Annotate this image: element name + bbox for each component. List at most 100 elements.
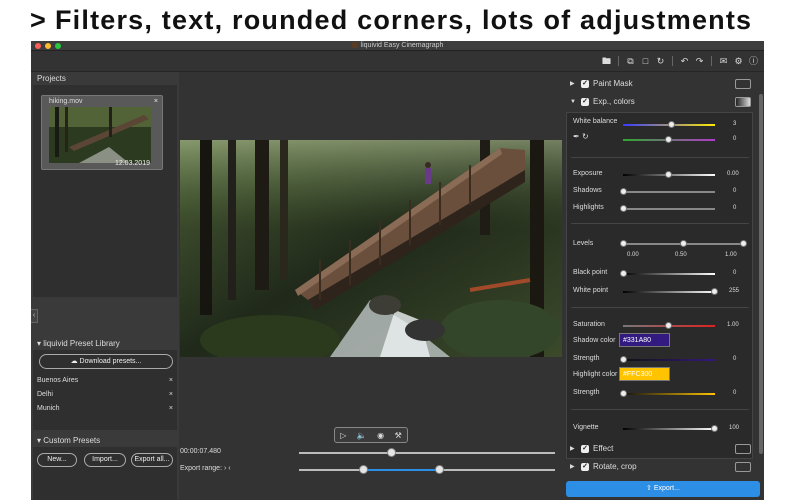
highlight-strength-slider[interactable] — [623, 393, 715, 395]
rotate-crop-checkbox[interactable]: ✓ — [581, 463, 589, 471]
play-icon[interactable]: ▷ — [340, 431, 346, 440]
exp-colors-section[interactable]: ▼ ✓ Exp., colors — [563, 94, 755, 110]
mail-icon[interactable]: ✉ — [719, 56, 728, 66]
export-button[interactable]: ⇧ Export... — [566, 481, 760, 497]
rotate-icon — [735, 462, 751, 472]
white-point-slider[interactable] — [623, 291, 715, 293]
highlights-label: Highlights — [573, 204, 604, 211]
timeline-track[interactable] — [299, 452, 555, 454]
shadow-strength-handle[interactable] — [620, 356, 627, 363]
window-title: liquivid Easy Cinemagraph — [31, 42, 764, 49]
white-balance-value-2: 0 — [733, 136, 737, 142]
levels-value-1: 0.50 — [675, 252, 687, 258]
paint-mask-section[interactable]: ▶ ✓ Paint Mask — [563, 76, 755, 92]
shadows-slider[interactable] — [623, 191, 715, 193]
shadow-color-label: Shadow color — [573, 337, 616, 344]
remove-preset-icon[interactable]: × — [169, 374, 173, 387]
exp-colors-label: Exp., colors — [593, 97, 635, 106]
white-point-value: 255 — [729, 288, 740, 294]
effect-section[interactable]: ▶ ✓ Effect — [563, 441, 755, 457]
highlights-handle[interactable] — [620, 205, 627, 212]
eye-icon[interactable]: ◉ — [377, 431, 384, 440]
shadow-color-swatch[interactable]: #331A80 — [619, 333, 670, 347]
highlight-color-label: Highlight color — [573, 371, 618, 378]
chevron-right-icon[interactable]: › — [224, 465, 226, 472]
rotate-crop-section[interactable]: ▶ ✓ Rotate, crop — [563, 459, 755, 475]
new-preset-button[interactable]: New... — [37, 453, 77, 467]
timeline-position-handle[interactable] — [386, 448, 396, 457]
divider — [571, 223, 749, 224]
preset-item[interactable]: Buenos Aires × — [37, 374, 173, 387]
info-icon[interactable]: ⓘ — [749, 56, 758, 66]
exp-colors-checkbox[interactable]: ✓ — [581, 98, 589, 106]
remove-preset-icon[interactable]: × — [169, 402, 173, 415]
white-balance-label: White balance — [573, 118, 618, 125]
black-point-handle[interactable] — [620, 270, 627, 277]
levels-mid-handle[interactable] — [680, 240, 687, 247]
remove-preset-icon[interactable]: × — [169, 388, 173, 401]
vignette-slider[interactable] — [623, 428, 715, 430]
highlight-strength-handle[interactable] — [620, 390, 627, 397]
highlight-strength-label: Strength — [573, 389, 600, 396]
share-icon: ⇧ — [646, 485, 652, 492]
projects-header: Projects — [37, 74, 66, 83]
remove-project-icon[interactable]: × — [154, 98, 158, 105]
download-presets-button[interactable]: ☁ Download presets... — [39, 354, 173, 369]
white-balance-tint-handle[interactable] — [665, 136, 672, 143]
timecode: 00:00:07.480 — [180, 448, 221, 455]
toolbar-divider — [672, 56, 673, 66]
custom-presets-header[interactable]: ▾ Custom Presets — [31, 434, 179, 447]
headline-text: Filters, text, rounded corners, lots of … — [54, 5, 753, 35]
scrollbar[interactable] — [759, 94, 763, 454]
copy-icon[interactable]: ⧉ — [626, 56, 635, 66]
adjustments-sidebar: ▶ ✓ Paint Mask ▼ ✓ Exp., colors White balanc… — [563, 72, 764, 500]
preset-item[interactable]: Delhi × — [37, 388, 173, 401]
gear-icon[interactable]: ⚙ — [734, 56, 743, 66]
vignette-handle[interactable] — [711, 425, 718, 432]
levels-white-handle[interactable] — [740, 240, 747, 247]
video-preview[interactable] — [180, 140, 562, 357]
export-button-label: Export... — [653, 485, 680, 492]
chevron-right-icon: ▶ — [570, 446, 575, 452]
reset-icon[interactable]: ↻ — [582, 132, 589, 141]
export-range-end-handle[interactable] — [435, 465, 445, 474]
white-balance-temp-handle[interactable] — [668, 121, 675, 128]
shadow-strength-slider[interactable] — [623, 359, 715, 361]
collapse-sidebar-toggle[interactable]: ‹ — [31, 309, 38, 323]
paste-icon[interactable]: □ — [641, 56, 650, 66]
undo-icon[interactable]: ↶ — [680, 56, 689, 66]
highlights-slider[interactable] — [623, 208, 715, 210]
preset-label: Buenos Aires — [37, 377, 79, 384]
shadows-label: Shadows — [573, 187, 602, 194]
chevron-down-icon: ▾ — [37, 339, 42, 348]
wrench-icon[interactable]: ⚒ — [395, 431, 402, 440]
chevron-left-icon[interactable]: ‹ — [228, 465, 230, 472]
black-point-slider[interactable] — [623, 273, 715, 275]
folder-icon[interactable]: 🖿 — [602, 56, 611, 66]
preset-library-title: liquivid Preset Library — [43, 339, 120, 348]
shadows-value: 0 — [733, 188, 737, 194]
paint-mask-checkbox[interactable]: ✓ — [581, 80, 589, 88]
shadow-strength-value: 0 — [733, 356, 737, 362]
reset-icon[interactable]: ↻ — [656, 56, 665, 66]
exposure-handle[interactable] — [665, 171, 672, 178]
levels-black-handle[interactable] — [620, 240, 627, 247]
eyedropper-icon[interactable]: ✒ — [573, 132, 580, 141]
export-range-start-handle[interactable] — [358, 465, 368, 474]
highlight-color-swatch[interactable]: #FFC300 — [619, 367, 670, 381]
import-preset-button[interactable]: Import... — [84, 453, 126, 467]
preset-library-header[interactable]: ▾ liquivid Preset Library — [31, 337, 179, 350]
paint-mask-label: Paint Mask — [593, 79, 633, 88]
effect-checkbox[interactable]: ✓ — [581, 445, 589, 453]
chevron-down-icon: ▼ — [570, 99, 576, 105]
redo-icon[interactable]: ↷ — [695, 56, 704, 66]
export-all-button[interactable]: Export all... — [131, 453, 173, 467]
brush-icon — [735, 79, 751, 89]
project-card[interactable]: hiking.mov × 12.03.2019 — [41, 95, 163, 170]
speaker-icon[interactable]: 🔈 — [357, 431, 367, 440]
levels-value-2: 1.00 — [725, 252, 737, 258]
saturation-handle[interactable] — [665, 322, 672, 329]
white-point-handle[interactable] — [711, 288, 718, 295]
preset-item[interactable]: Munich × — [37, 402, 173, 415]
shadows-handle[interactable] — [620, 188, 627, 195]
